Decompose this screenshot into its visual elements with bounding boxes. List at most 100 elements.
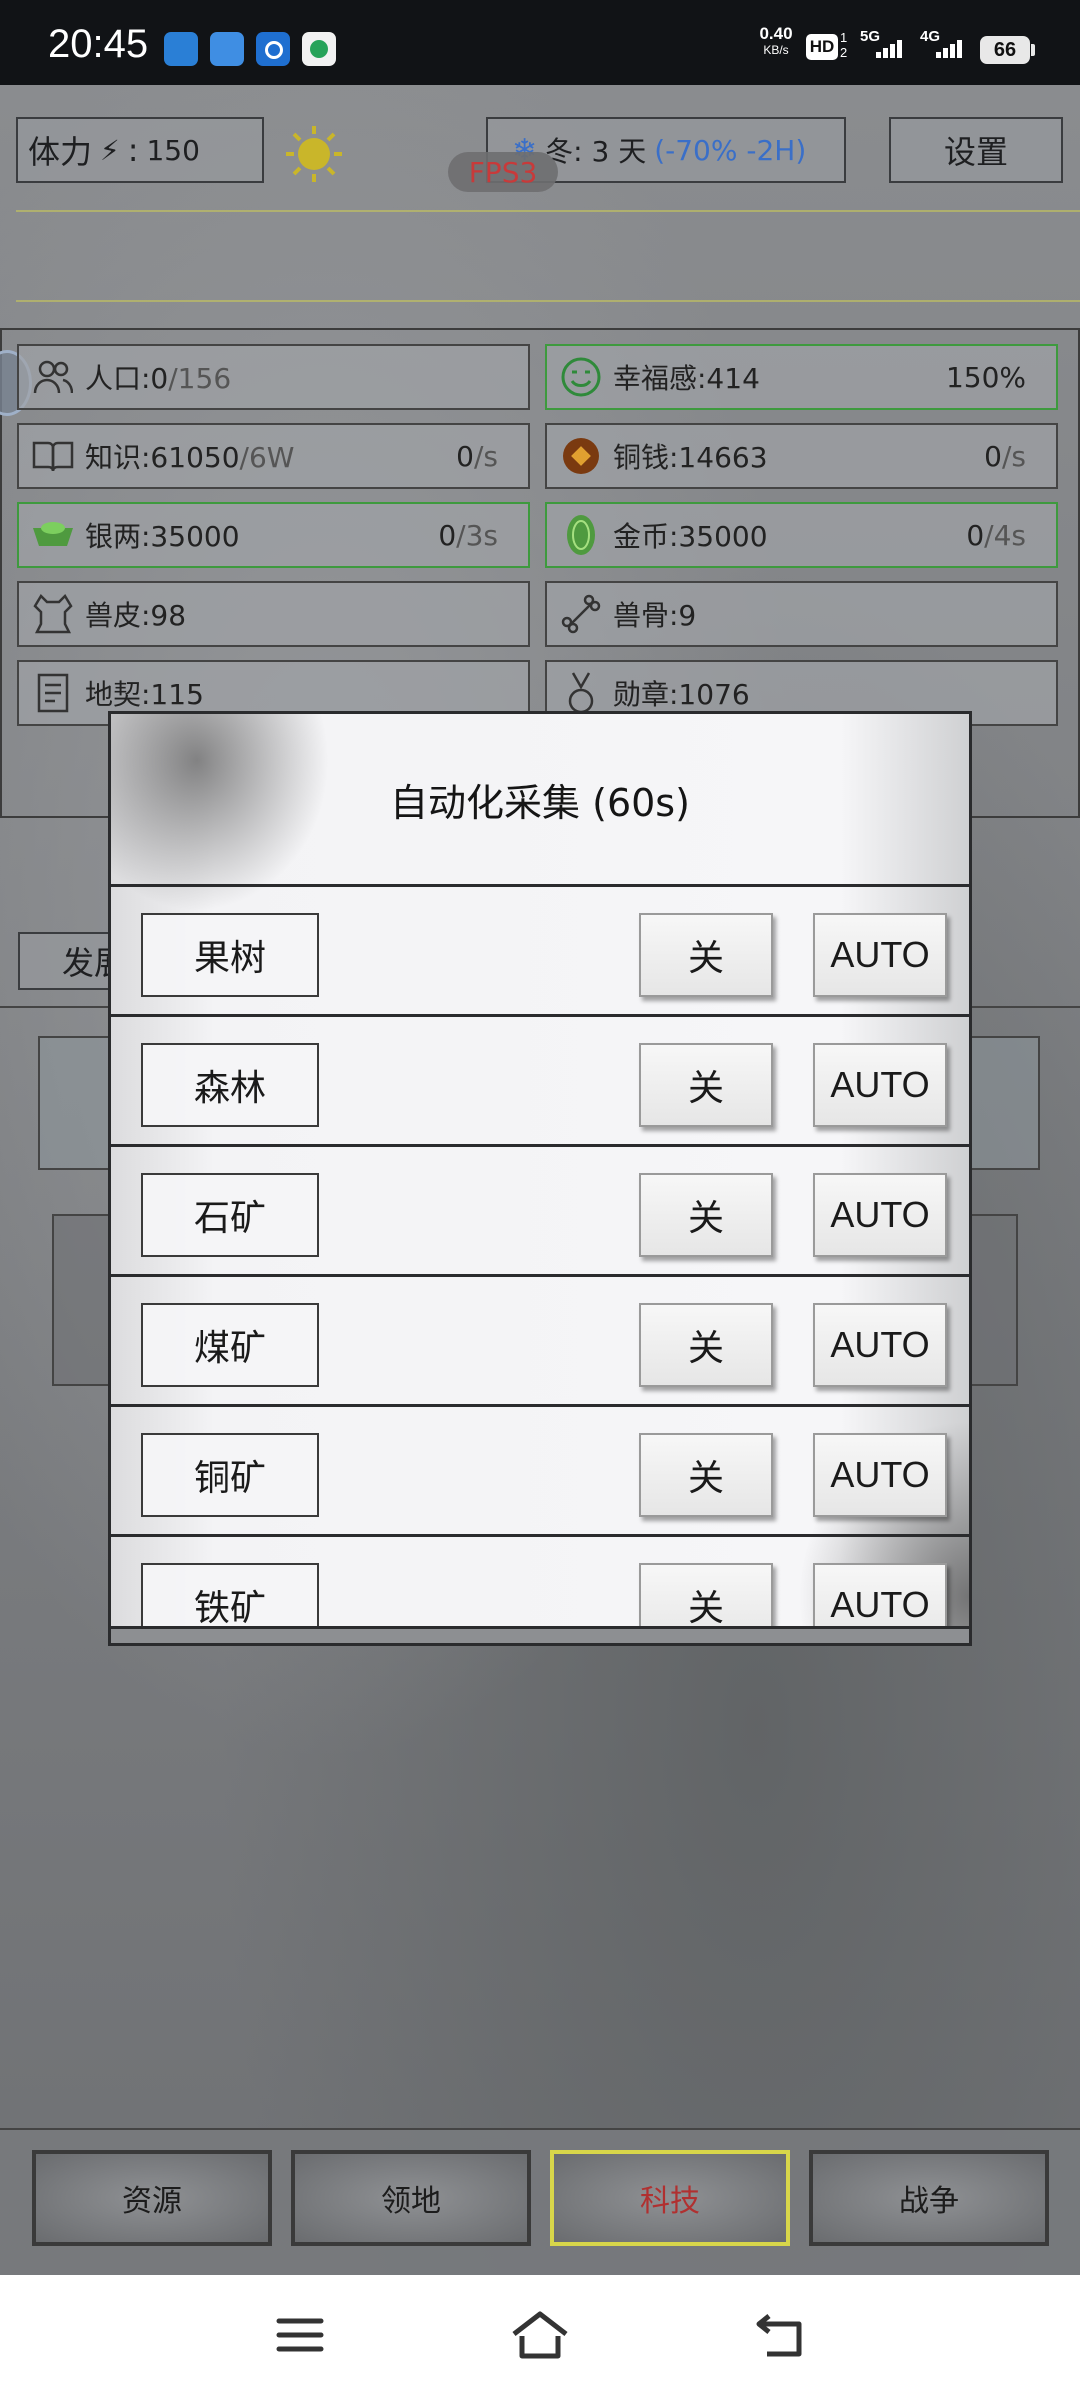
- toggle-off-button[interactable]: 关: [639, 1043, 773, 1127]
- silver-rate: 0: [438, 518, 457, 552]
- collect-name-copper-mine: 铜矿: [141, 1433, 319, 1517]
- resource-copper-coins: 铜钱:14663 0/s: [545, 423, 1058, 489]
- collect-row-fruit-tree: 果树 关 AUTO: [111, 884, 969, 1014]
- silver-label: 银两:35000: [85, 520, 240, 553]
- toggle-off-button[interactable]: 关: [639, 913, 773, 997]
- resource-happiness: 幸福感:414 150%: [545, 344, 1058, 410]
- signal-4g-icon: 4G: [920, 28, 976, 68]
- gold-rate-unit: /4s: [984, 518, 1026, 552]
- auto-button[interactable]: AUTO: [813, 1043, 947, 1127]
- collect-row-stone-mine: 石矿 关 AUTO: [111, 1144, 969, 1274]
- tab-territory-label: 领地: [381, 2184, 441, 2219]
- navigation-bar: [0, 2275, 1080, 2400]
- resource-bone: 兽骨:9: [545, 581, 1058, 647]
- copper-coins-rate-unit: /s: [1001, 439, 1026, 473]
- toggle-off-button[interactable]: 关: [639, 1173, 773, 1257]
- deed-icon: [31, 671, 75, 715]
- population-label: 人口:0: [85, 362, 169, 395]
- tab-technology[interactable]: 科技: [550, 2150, 790, 2246]
- copper-coins-label: 铜钱:14663: [613, 441, 768, 474]
- toggle-off-button[interactable]: 关: [639, 1433, 773, 1517]
- hide-label: 兽皮:98: [85, 599, 187, 632]
- lightning-icon: ⚡: [100, 133, 120, 167]
- app-notification-icon: [210, 32, 244, 66]
- smile-icon: [559, 355, 603, 399]
- people-icon: [31, 355, 75, 399]
- divider: [16, 300, 1080, 302]
- bone-label: 兽骨:9: [613, 599, 697, 632]
- knowledge-rate-unit: /s: [473, 439, 498, 473]
- medal-label: 勋章:1076: [613, 678, 750, 711]
- resource-gold: 金币:35000 0/4s: [545, 502, 1058, 568]
- collect-row-copper-mine: 铜矿 关 AUTO: [111, 1404, 969, 1534]
- season-modifier: (-70% -2H): [654, 133, 807, 167]
- battery-icon: 66: [980, 36, 1030, 64]
- app-notification-icon: [256, 32, 290, 66]
- auto-button[interactable]: AUTO: [813, 1303, 947, 1387]
- copper-coin-icon: [559, 434, 603, 478]
- network-speed: 0.40 KB/s: [756, 24, 796, 58]
- stamina-label: 体力: [28, 133, 93, 171]
- auto-collect-dialog: 自动化采集 (60s) 果树 关 AUTO 森林 关 AUTO 石矿 关 AUT…: [108, 711, 972, 1646]
- collect-name-forest: 森林: [141, 1043, 319, 1127]
- knowledge-rate: 0: [456, 439, 474, 473]
- happiness-label: 幸福感:414: [613, 362, 760, 395]
- net-speed-value: 0.40: [759, 24, 793, 43]
- collect-row-forest: 森林 关 AUTO: [111, 1014, 969, 1144]
- bone-icon: [559, 592, 603, 636]
- stamina-sep: :: [127, 131, 139, 169]
- gold-coin-icon: [559, 513, 603, 557]
- copper-coins-rate: 0: [984, 439, 1002, 473]
- book-icon: [31, 434, 75, 478]
- season-label: 冬: 3 天: [545, 135, 647, 168]
- signal-4g-label: 4G: [920, 28, 941, 45]
- status-bar: 20:45 0.40 KB/s HD 1 2 5G 4G 66: [0, 0, 1080, 85]
- silver-rate-unit: /3s: [456, 518, 498, 552]
- auto-button[interactable]: AUTO: [813, 1173, 947, 1257]
- tab-war[interactable]: 战争: [809, 2150, 1049, 2246]
- resource-population: 人口:0/156: [17, 344, 530, 410]
- auto-button[interactable]: AUTO: [813, 913, 947, 997]
- gold-rate: 0: [966, 518, 985, 552]
- sim2-label: 2: [840, 45, 848, 60]
- toggle-off-button[interactable]: 关: [639, 1303, 773, 1387]
- hd-voice-icon: HD: [806, 34, 838, 60]
- signal-5g-icon: 5G: [860, 28, 916, 68]
- menu-icon[interactable]: [260, 2305, 340, 2365]
- sim1-label: 1: [840, 30, 848, 45]
- sim-indicator: 1 2: [840, 30, 847, 60]
- auto-button[interactable]: AUTO: [813, 1433, 947, 1517]
- medal-icon: [559, 671, 603, 715]
- fps-badge: FPS3: [448, 152, 558, 192]
- tab-war-label: 战争: [899, 2184, 959, 2219]
- stamina-value: 150: [146, 133, 200, 167]
- signal-5g-label: 5G: [860, 28, 881, 45]
- tab-resources-label: 资源: [122, 2184, 182, 2219]
- hide-icon: [31, 592, 75, 636]
- collect-row-coal-mine: 煤矿 关 AUTO: [111, 1274, 969, 1404]
- resource-silver: 银两:35000 0/3s: [17, 502, 530, 568]
- settings-label: 设置: [943, 133, 1008, 171]
- happiness-rate: 150%: [945, 360, 1026, 394]
- net-speed-unit: KB/s: [763, 43, 789, 57]
- stamina-panel[interactable]: 体力 ⚡ : 150: [16, 117, 264, 183]
- divider: [16, 210, 1080, 212]
- resource-hide: 兽皮:98: [17, 581, 530, 647]
- resource-knowledge: 知识:61050/6W 0/s: [17, 423, 530, 489]
- dialog-bottom-edge: [111, 1626, 969, 1643]
- silver-ingot-icon: [31, 513, 75, 557]
- tab-territory[interactable]: 领地: [291, 2150, 531, 2246]
- app-notification-icon: [164, 32, 198, 66]
- dialog-title: 自动化采集 (60s): [390, 780, 690, 825]
- collect-name-stone-mine: 石矿: [141, 1173, 319, 1257]
- collect-name-fruit-tree: 果树: [141, 913, 319, 997]
- tab-resources[interactable]: 资源: [32, 2150, 272, 2246]
- back-icon[interactable]: [740, 2305, 820, 2365]
- collect-name-coal-mine: 煤矿: [141, 1303, 319, 1387]
- home-icon[interactable]: [500, 2305, 580, 2365]
- settings-button[interactable]: 设置: [889, 117, 1063, 183]
- fps-label: FPS3: [468, 155, 538, 189]
- gold-label: 金币:35000: [613, 520, 768, 553]
- app-notification-icon: [302, 32, 336, 66]
- population-cap: /156: [168, 362, 232, 395]
